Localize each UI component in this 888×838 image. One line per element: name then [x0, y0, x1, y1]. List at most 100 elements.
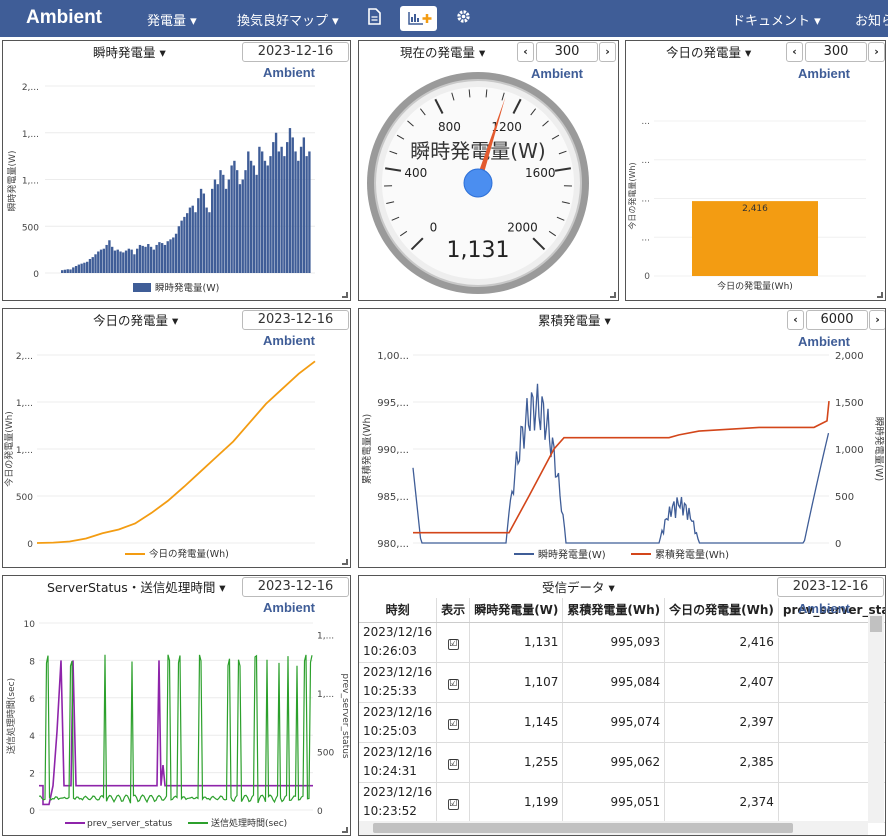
bar: [197, 198, 200, 273]
bar: [119, 251, 122, 273]
col-today[interactable]: 今日の発電量(Wh): [664, 598, 779, 623]
cell-cumulative: 995,093: [562, 622, 666, 663]
y-tick-label: 4: [29, 732, 35, 742]
col-show[interactable]: 表示: [436, 598, 471, 623]
resize-handle[interactable]: [342, 827, 348, 833]
cell-cumulative: 995,074: [562, 702, 666, 743]
resize-handle[interactable]: [342, 292, 348, 298]
y-tick-label: 985,...: [377, 492, 409, 503]
bar: [72, 267, 75, 273]
table-row[interactable]: 2023/12/1610:26:03☑1,131995,0932,416200: [359, 622, 885, 663]
bar: [147, 244, 150, 273]
bar: [238, 184, 242, 273]
y-tick-label: 1,...: [22, 177, 39, 187]
app-logo[interactable]: Ambient: [26, 7, 102, 29]
col-time[interactable]: 時刻: [359, 598, 438, 623]
date-picker[interactable]: 2023-12-16: [777, 577, 884, 597]
y-tick-label: 2,...: [16, 352, 33, 362]
cumulative-line-chart: 980,... 985,... 990,... 995,... 1,00... 0 500 1…: [361, 351, 885, 561]
legend-swatch: [133, 283, 151, 292]
show-checkbox[interactable]: ☑: [447, 718, 459, 730]
cell-show[interactable]: ☑: [436, 702, 471, 743]
add-chart-button[interactable]: [400, 6, 437, 31]
legend-label: 送信処理時間(sec): [211, 817, 287, 829]
y-right-tick-label: 1,500: [835, 398, 864, 409]
y-tick-label: 2: [29, 770, 35, 780]
y-right-tick-label: 500: [317, 749, 334, 759]
series-line-instant: [412, 383, 830, 544]
cell-clock: 10:25:03: [363, 724, 417, 738]
panel-title[interactable]: 受信データ ▾: [542, 577, 615, 596]
bar: [233, 160, 236, 273]
show-checkbox[interactable]: ☑: [447, 678, 459, 690]
table-row[interactable]: 2023/12/1610:25:33☑1,107995,0842,407200: [359, 662, 885, 703]
menu-power[interactable]: 発電量 ▾: [147, 10, 197, 29]
cell-instant: 1,199: [469, 782, 564, 823]
bar: [144, 246, 147, 273]
menu-documents[interactable]: ドキュメント ▾: [732, 10, 821, 29]
server-status-chart: 0 2 4 6 8 10 0 500 1,... 1,... 送信処理時間(sec) prev_ser…: [5, 620, 350, 829]
resize-handle[interactable]: [342, 559, 348, 565]
col-instant[interactable]: 瞬時発電量(W): [469, 598, 564, 623]
table-row[interactable]: 2023/12/1610:25:03☑1,145995,0742,397200: [359, 702, 885, 743]
menu-ventilation-map[interactable]: 換気良好マップ ▾: [237, 10, 339, 29]
bar: [91, 257, 94, 273]
y-axis-label: 今日の発電量(Wh): [3, 411, 15, 487]
bar: [86, 261, 89, 273]
bar: [294, 151, 297, 273]
y-tick-label: 1,...: [16, 399, 33, 409]
bar: [213, 179, 217, 273]
table-row[interactable]: 2023/12/1610:24:31☑1,255995,0622,385200: [359, 742, 885, 783]
bar: [108, 240, 111, 273]
bar: [283, 156, 286, 273]
show-checkbox[interactable]: ☑: [447, 798, 459, 810]
cell-clock: 10:25:33: [363, 684, 417, 698]
gear-icon[interactable]: [456, 8, 471, 29]
legend-label: 今日の発電量(Wh): [149, 548, 229, 560]
bar: [286, 142, 289, 273]
bar: [180, 220, 183, 273]
bar: [97, 251, 100, 273]
menu-notice[interactable]: お知ら: [855, 10, 888, 29]
show-checkbox[interactable]: ☑: [447, 758, 459, 770]
bar: [63, 269, 67, 273]
y-tick-label: 8: [29, 657, 35, 667]
y-right-tick-label: 1,...: [317, 632, 334, 642]
cell-show[interactable]: ☑: [436, 662, 471, 703]
bar: [83, 262, 86, 273]
bar: [297, 160, 300, 273]
cell-show[interactable]: ☑: [436, 782, 471, 823]
vertical-scrollbar[interactable]: [868, 614, 884, 823]
bar: [163, 244, 167, 273]
y-tick-label: 0: [29, 807, 35, 817]
y-tick-label: 10: [24, 620, 36, 630]
cell-today: 2,397: [664, 702, 779, 743]
bar: [124, 250, 128, 273]
bar: [174, 233, 178, 273]
cell-show[interactable]: ☑: [436, 742, 471, 783]
bar: [130, 249, 133, 273]
bar: [249, 160, 253, 273]
bar: [244, 170, 247, 273]
col-cumulative[interactable]: 累積発電量(Wh): [562, 598, 666, 623]
document-icon[interactable]: [368, 8, 381, 29]
bar: [141, 245, 144, 273]
bar: [155, 244, 158, 273]
bar: [274, 132, 278, 273]
bar: [241, 179, 244, 273]
bar: [272, 142, 275, 273]
cell-show[interactable]: ☑: [436, 622, 471, 663]
table-row[interactable]: 2023/12/1610:23:52☑1,199995,0512,374200: [359, 782, 885, 823]
add-chart-icon: [408, 12, 432, 25]
bar: [94, 254, 97, 273]
show-checkbox[interactable]: ☑: [447, 638, 459, 650]
y-axis-label: 今日の発電量(Wh): [627, 162, 637, 229]
resize-handle[interactable]: [877, 292, 883, 298]
y-axis-label: 瞬時発電量(W): [6, 151, 18, 212]
y-tick-label: 0: [33, 270, 39, 280]
x-axis-label: 今日の発電量(Wh): [717, 280, 793, 292]
cell-date: 2023/12/16: [363, 705, 433, 719]
resize-handle[interactable]: [610, 292, 616, 298]
cell-instant: 1,145: [469, 702, 564, 743]
horizontal-scrollbar[interactable]: [359, 821, 868, 835]
